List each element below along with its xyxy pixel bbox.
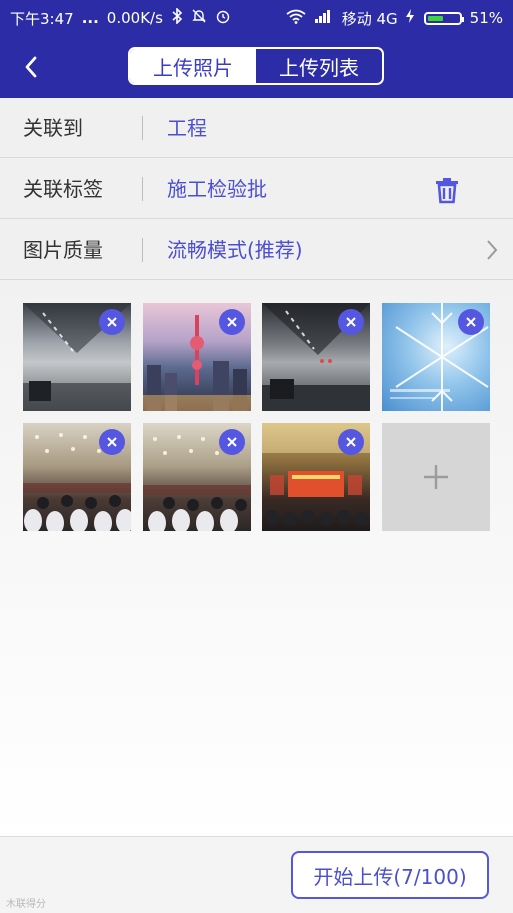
battery-fill [427, 15, 443, 21]
status-left: 下午3:47 ... 0.00K/s [10, 7, 231, 29]
app-header: 上传照片 上传列表 [0, 36, 513, 98]
row-divider [142, 177, 143, 201]
mute-bell-icon [191, 8, 207, 28]
tab-upload-list[interactable]: 上传列表 [256, 49, 382, 83]
watermark: 木联得分 [6, 899, 46, 910]
wifi-icon [286, 9, 306, 28]
remove-photo-button[interactable] [99, 309, 125, 335]
trash-icon[interactable] [433, 176, 461, 204]
photo-thumbnail[interactable] [262, 423, 370, 531]
add-photo-button[interactable] [382, 423, 490, 531]
photo-thumbnail[interactable] [23, 303, 131, 411]
row-link-to[interactable]: 关联到 工程 [0, 98, 513, 158]
row-image-quality[interactable]: 图片质量 流畅模式(推荐) [0, 220, 513, 280]
status-carrier: 移动 4G [341, 9, 398, 28]
status-bar: 下午3:47 ... 0.00K/s 移动 4G 51% [0, 0, 513, 36]
photo-thumbnail[interactable] [143, 303, 251, 411]
remove-photo-button[interactable] [219, 429, 245, 455]
close-icon [346, 437, 356, 447]
close-icon [107, 317, 117, 327]
photo-thumbnail[interactable] [262, 303, 370, 411]
photo-thumbnail[interactable] [143, 423, 251, 531]
status-speed: 0.00K/s [106, 9, 163, 27]
remove-photo-button[interactable] [338, 309, 364, 335]
row-label: 图片质量 [23, 238, 103, 262]
photo-thumbnail[interactable] [382, 303, 490, 411]
photo-grid [0, 281, 513, 836]
start-upload-button[interactable]: 开始上传(7/100) [291, 851, 489, 899]
row-divider [142, 238, 143, 262]
back-button[interactable] [16, 52, 46, 82]
row-divider [142, 116, 143, 140]
remove-photo-button[interactable] [338, 429, 364, 455]
battery-icon [423, 11, 464, 25]
remove-photo-button[interactable] [458, 309, 484, 335]
close-icon [466, 317, 476, 327]
bluetooth-icon [171, 7, 183, 28]
close-icon [227, 437, 237, 447]
row-value: 施工检验批 [167, 177, 267, 201]
tab-upload-photos[interactable]: 上传照片 [130, 49, 256, 83]
status-right: 移动 4G 51% [286, 8, 503, 29]
upload-tabs: 上传照片 上传列表 [128, 47, 384, 85]
row-link-tag[interactable]: 关联标签 施工检验批 [0, 159, 513, 219]
row-label: 关联到 [23, 116, 83, 140]
signal-icon [314, 9, 334, 27]
status-dots: ... [81, 9, 99, 27]
charging-icon [405, 9, 414, 27]
status-time: 下午3:47 [10, 9, 74, 28]
close-icon [346, 317, 356, 327]
row-value: 流畅模式(推荐) [167, 238, 303, 262]
chevron-left-icon [25, 56, 37, 78]
row-label: 关联标签 [23, 177, 103, 201]
close-icon [227, 317, 237, 327]
plus-icon [424, 465, 448, 489]
close-icon [107, 437, 117, 447]
alarm-icon [215, 8, 231, 28]
remove-photo-button[interactable] [99, 429, 125, 455]
bottom-bar: 开始上传(7/100) 木联得分 [0, 836, 513, 913]
chevron-right-icon [487, 240, 498, 260]
remove-photo-button[interactable] [219, 309, 245, 335]
status-battery: 51% [469, 9, 503, 27]
row-value: 工程 [167, 116, 207, 140]
photo-thumbnail[interactable] [23, 423, 131, 531]
